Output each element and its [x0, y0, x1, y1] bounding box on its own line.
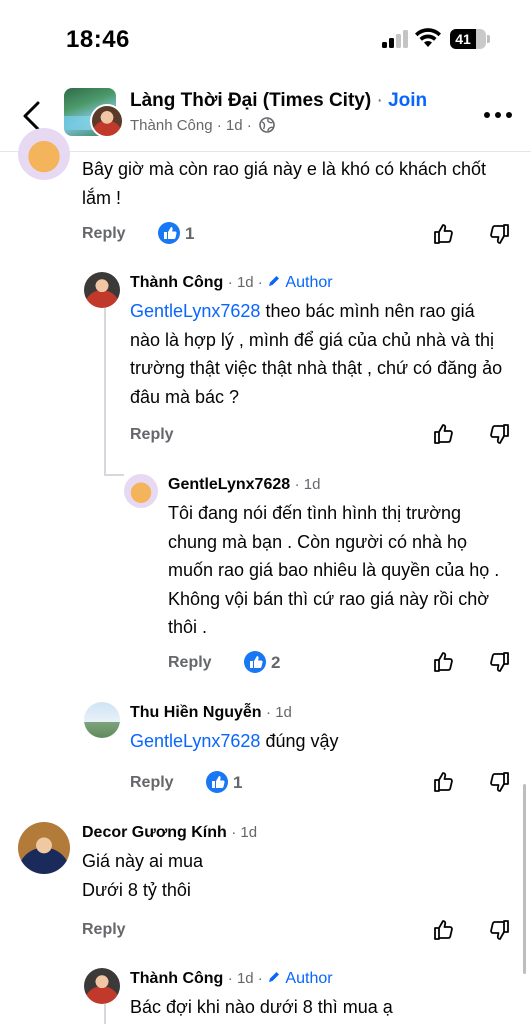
- join-button[interactable]: Join: [388, 90, 427, 111]
- thread-connector: [104, 1004, 106, 1024]
- reply-button[interactable]: Reply: [82, 921, 126, 939]
- title-separator: ·: [376, 90, 383, 111]
- battery-cap: [487, 35, 490, 43]
- status-time: 18:46: [66, 26, 130, 53]
- upvote-icon[interactable]: [432, 222, 456, 246]
- comment-time[interactable]: 1d: [237, 970, 254, 987]
- group-name[interactable]: Làng Thời Đại (Times City): [130, 90, 371, 111]
- pencil-icon: [268, 972, 279, 982]
- upvote-icon[interactable]: [432, 650, 456, 674]
- scrollbar[interactable]: [523, 784, 526, 974]
- like-count[interactable]: 1: [233, 773, 242, 793]
- comment-time[interactable]: 1d: [237, 274, 254, 291]
- comment-text: Bác đợi khi nào dưới 8 thì mua ạ: [130, 997, 393, 1017]
- commenter-name[interactable]: Thành Công: [130, 970, 223, 987]
- battery-level: 41: [455, 31, 471, 47]
- author-badge: Author: [285, 274, 333, 291]
- downvote-icon[interactable]: [487, 770, 511, 794]
- commenter-avatar[interactable]: [124, 474, 158, 508]
- like-reaction-icon[interactable]: [158, 222, 180, 244]
- downvote-icon[interactable]: [487, 918, 511, 942]
- reply-button[interactable]: Reply: [130, 774, 174, 792]
- more-options-icon[interactable]: [484, 112, 512, 120]
- commenter-name[interactable]: Thu Hiền Nguyễn: [130, 704, 262, 721]
- commenter-name-row: Thu Hiền Nguyễn · 1d: [130, 704, 292, 721]
- poster-name[interactable]: Thành Công: [130, 117, 213, 134]
- mention-link[interactable]: GentleLynx7628: [130, 731, 260, 751]
- comment-body: đúng vậy: [260, 731, 339, 751]
- poster-avatar[interactable]: [90, 104, 124, 138]
- commenter-name[interactable]: Decor Gương Kính: [82, 824, 227, 841]
- comment-time[interactable]: 1d: [275, 704, 292, 721]
- battery-icon: 41: [450, 29, 476, 49]
- commenter-name[interactable]: GentleLynx7628: [168, 476, 290, 493]
- commenter-avatar[interactable]: [84, 702, 120, 738]
- commenter-name-row: Thành Công · 1d · Author: [130, 970, 333, 987]
- downvote-icon[interactable]: [487, 222, 511, 246]
- commenter-name-row: Decor Gương Kính · 1d: [82, 824, 258, 841]
- comment-text: Bây giờ mà còn rao giá này e là khó có k…: [82, 159, 487, 208]
- post-header: Làng Thời Đại (Times City) · Join Thành …: [0, 76, 531, 152]
- post-meta: Thành Công · 1d ·: [130, 117, 275, 134]
- reply-button[interactable]: Reply: [168, 654, 212, 672]
- commenter-avatar[interactable]: [18, 128, 70, 180]
- comment-text: Giá này ai mua Dưới 8 tỷ thôi: [82, 847, 502, 904]
- thread-connector: [104, 474, 124, 476]
- reply-button[interactable]: Reply: [130, 426, 174, 444]
- comment-line: Dưới 8 tỷ thôi: [82, 879, 191, 900]
- commenter-name-row: Thành Công · 1d · Author: [130, 274, 333, 291]
- group-title: Làng Thời Đại (Times City) · Join: [130, 90, 427, 112]
- thread-connector: [104, 306, 106, 476]
- comment-time[interactable]: 1d: [304, 476, 321, 493]
- comment-text: Tôi đang nói đến tình hình thị trường ch…: [168, 503, 500, 637]
- commenter-name-row: GentleLynx7628 · 1d: [168, 476, 321, 493]
- reply-button[interactable]: Reply: [82, 225, 126, 243]
- comment-time[interactable]: 1d: [240, 824, 257, 841]
- comment-text: GentleLynx7628 đúng vậy: [130, 727, 510, 756]
- pencil-icon: [268, 276, 279, 286]
- wifi-icon: [415, 28, 441, 47]
- globe-icon: [259, 117, 275, 133]
- downvote-icon[interactable]: [487, 650, 511, 674]
- like-reaction-icon[interactable]: [244, 651, 266, 673]
- cellular-signal-icon: [382, 30, 408, 48]
- upvote-icon[interactable]: [432, 918, 456, 942]
- upvote-icon[interactable]: [432, 770, 456, 794]
- comment-text: GentleLynx7628 theo bác mình nên rao giá…: [130, 297, 505, 411]
- like-count[interactable]: 1: [185, 224, 194, 244]
- status-bar: 18:46 41: [0, 0, 531, 76]
- author-badge: Author: [285, 970, 333, 987]
- mention-link[interactable]: GentleLynx7628: [130, 301, 260, 321]
- like-reaction-icon[interactable]: [206, 771, 228, 793]
- commenter-avatar[interactable]: [84, 272, 120, 308]
- downvote-icon[interactable]: [487, 422, 511, 446]
- upvote-icon[interactable]: [432, 422, 456, 446]
- commenter-avatar[interactable]: [84, 968, 120, 1004]
- commenter-avatar[interactable]: [18, 822, 70, 874]
- post-time[interactable]: 1d: [226, 117, 243, 134]
- commenter-name[interactable]: Thành Công: [130, 274, 223, 291]
- comment-line: Giá này ai mua: [82, 851, 204, 871]
- like-count[interactable]: 2: [271, 653, 280, 673]
